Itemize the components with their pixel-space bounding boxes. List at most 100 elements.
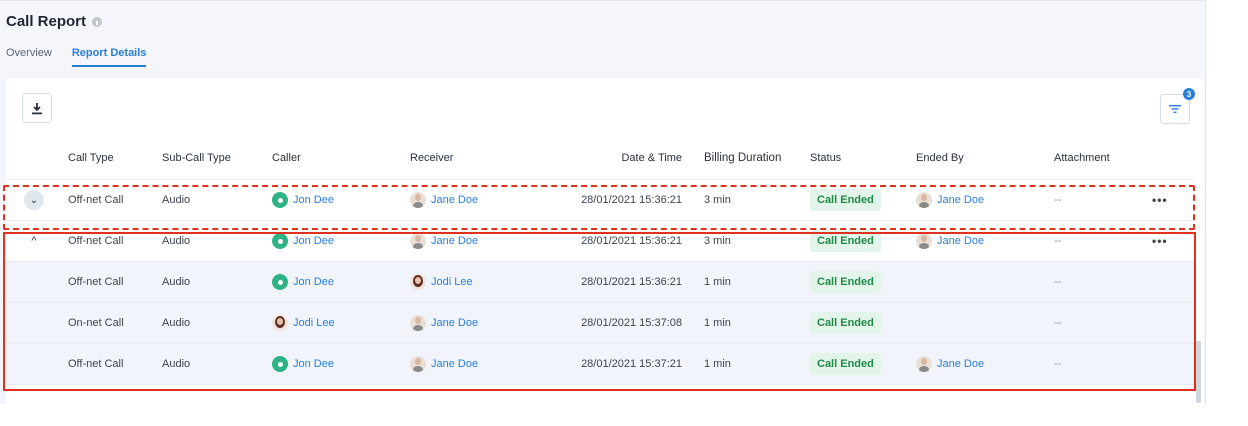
- header-caller[interactable]: Caller: [272, 136, 301, 179]
- ended-by-link[interactable]: Jane Doe: [916, 356, 984, 372]
- status-cell: Call Ended: [810, 180, 881, 220]
- billing-duration: 1 min: [704, 276, 731, 288]
- chevron-up-icon: ^: [31, 235, 37, 247]
- ended-by-cell: Jane Doe: [916, 221, 984, 261]
- avatar: [916, 356, 932, 372]
- more-options-icon[interactable]: •••: [1152, 221, 1168, 261]
- caller-name: Jon Dee: [293, 358, 334, 370]
- receiver-cell: Jane Doe: [410, 180, 478, 220]
- receiver-name: Jane Doe: [431, 235, 479, 247]
- caller-cell: Jon Dee: [272, 221, 334, 261]
- status-cell: Call Ended: [810, 344, 881, 384]
- filter-icon: [1169, 105, 1181, 113]
- billing-duration: 1 min: [704, 317, 731, 329]
- ended-by-cell: Jane Doe: [916, 344, 984, 384]
- call-type: Off-net Call: [68, 276, 124, 288]
- caller-cell: Jon Dee: [272, 262, 334, 302]
- ended-by-link[interactable]: Jane Doe: [916, 192, 984, 208]
- caller-name: Jon Dee: [293, 194, 334, 206]
- receiver-name: Jane Doe: [431, 358, 479, 370]
- receiver-name: Jane Doe: [431, 194, 479, 206]
- header-status[interactable]: Status: [810, 136, 841, 179]
- caller-link[interactable]: Jon Dee: [272, 233, 334, 249]
- avatar: [410, 233, 426, 249]
- download-button[interactable]: [22, 93, 52, 123]
- info-icon[interactable]: [92, 16, 103, 27]
- caller-link[interactable]: Jon Dee: [272, 274, 334, 290]
- avatar: [916, 192, 932, 208]
- status-badge: Call Ended: [810, 353, 881, 375]
- call-type: Off-net Call: [68, 194, 124, 206]
- filter-button[interactable]: 3: [1160, 88, 1195, 124]
- sub-call-type: Audio: [162, 194, 191, 206]
- caller-name: Jon Dee: [293, 235, 334, 247]
- receiver-link[interactable]: Jane Doe: [410, 356, 478, 372]
- caller-link[interactable]: Jodi Lee: [272, 315, 335, 331]
- attachment: --: [1054, 358, 1062, 370]
- status-badge: Call Ended: [810, 230, 881, 252]
- ended-by-cell: Jane Doe: [916, 180, 984, 220]
- user-avatar-icon: [272, 233, 288, 249]
- user-avatar-icon: [272, 192, 288, 208]
- more-options-icon[interactable]: •••: [1152, 180, 1168, 220]
- tab-overview[interactable]: Overview: [6, 47, 52, 67]
- collapse-toggle[interactable]: ^: [20, 221, 48, 261]
- user-avatar-icon: [272, 356, 288, 372]
- app-window: Call Report Overview Report Details 3 Ca…: [0, 0, 1206, 405]
- ended-by-link[interactable]: Jane Doe: [916, 233, 984, 249]
- date-time: 28/01/2021 15:36:21: [581, 276, 682, 288]
- header-billing-duration[interactable]: Billing Duration: [704, 136, 781, 179]
- avatar: [410, 356, 426, 372]
- avatar: [410, 192, 426, 208]
- header-call-type[interactable]: Call Type: [68, 136, 114, 179]
- date-time: 28/01/2021 15:37:08: [581, 317, 682, 329]
- date-time: 28/01/2021 15:37:21: [581, 358, 682, 370]
- call-type: On-net Call: [68, 317, 124, 329]
- date-time: 28/01/2021 15:36:21: [581, 194, 682, 206]
- header-receiver[interactable]: Receiver: [410, 136, 453, 179]
- header-sub-call-type[interactable]: Sub-Call Type: [162, 136, 231, 179]
- receiver-link[interactable]: Jane Doe: [410, 233, 478, 249]
- page-title: Call Report: [6, 13, 103, 30]
- receiver-link[interactable]: Jane Doe: [410, 315, 478, 331]
- download-icon: [32, 102, 42, 114]
- caller-cell: Jon Dee: [272, 180, 334, 220]
- table-sub-row[interactable]: On-net Call Audio Jodi Lee Jane Doe 28/0…: [6, 303, 1194, 344]
- billing-duration: 1 min: [704, 358, 731, 370]
- table-row[interactable]: ^ Off-net Call Audio Jon Dee Jane Doe 28…: [6, 221, 1194, 262]
- billing-duration: 3 min: [704, 194, 731, 206]
- date-time: 28/01/2021 15:36:21: [581, 235, 682, 247]
- call-type: Off-net Call: [68, 235, 124, 247]
- caller-cell: Jon Dee: [272, 344, 334, 384]
- header-date-time[interactable]: Date & Time: [546, 136, 682, 179]
- status-badge: Call Ended: [810, 271, 881, 293]
- ended-by-name: Jane Doe: [937, 358, 985, 370]
- avatar: [410, 315, 426, 331]
- caller-name: Jon Dee: [293, 276, 334, 288]
- attachment: --: [1054, 317, 1062, 329]
- tab-report-details[interactable]: Report Details: [71, 47, 147, 67]
- report-card: 3 Call Type Sub-Call Type Caller Receive…: [6, 78, 1204, 405]
- receiver-link[interactable]: Jodi Lee: [410, 274, 473, 290]
- status-badge: Call Ended: [810, 189, 881, 211]
- caller-link[interactable]: Jon Dee: [272, 356, 334, 372]
- page-title-text: Call Report: [6, 13, 87, 30]
- table-row[interactable]: ⌄ Off-net Call Audio Jon Dee Jane Doe 28…: [6, 180, 1194, 221]
- filter-count-badge: 3: [1183, 88, 1195, 100]
- status-cell: Call Ended: [810, 303, 881, 343]
- vertical-scrollbar[interactable]: [1196, 341, 1201, 403]
- header-ended-by[interactable]: Ended By: [916, 136, 964, 179]
- sub-call-type: Audio: [162, 317, 191, 329]
- table-header-row: Call Type Sub-Call Type Caller Receiver …: [6, 136, 1194, 180]
- call-table: Call Type Sub-Call Type Caller Receiver …: [6, 136, 1194, 385]
- chevron-down-icon: ⌄: [24, 190, 44, 210]
- ended-by-name: Jane Doe: [937, 194, 985, 206]
- receiver-cell: Jodi Lee: [410, 262, 473, 302]
- table-sub-row[interactable]: Off-net Call Audio Jon Dee Jane Doe 28/0…: [6, 344, 1194, 385]
- receiver-cell: Jane Doe: [410, 221, 478, 261]
- expand-toggle[interactable]: ⌄: [20, 180, 48, 220]
- caller-link[interactable]: Jon Dee: [272, 192, 334, 208]
- header-attachment[interactable]: Attachment: [1054, 136, 1110, 179]
- receiver-link[interactable]: Jane Doe: [410, 192, 478, 208]
- table-sub-row[interactable]: Off-net Call Audio Jon Dee Jodi Lee 28/0…: [6, 262, 1194, 303]
